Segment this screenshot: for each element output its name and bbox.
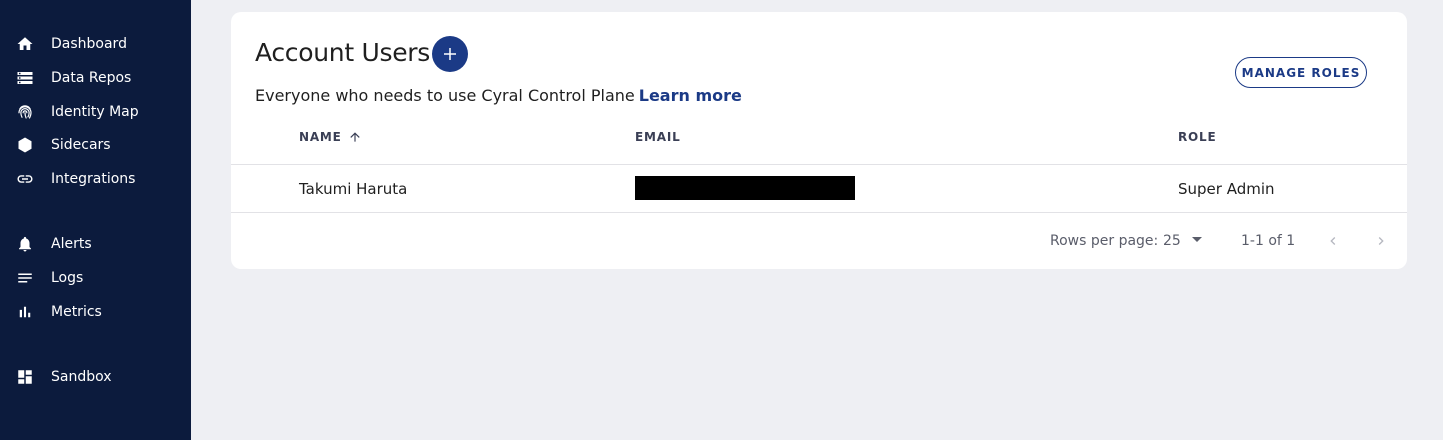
user-name-cell: Takumi Haruta	[299, 180, 408, 198]
sidebar-item-logs[interactable]: Logs	[0, 263, 191, 293]
sidebar-item-metrics[interactable]: Metrics	[0, 297, 191, 327]
sidebar-item-label: Sidecars	[51, 137, 111, 153]
caret-down-icon	[1192, 237, 1202, 242]
link-icon	[16, 170, 34, 188]
dashboard-grid-icon	[16, 368, 34, 386]
column-header-role[interactable]: ROLE	[1178, 130, 1217, 144]
learn-more-link[interactable]: Learn more	[639, 86, 742, 105]
sort-ascending-icon	[350, 132, 360, 142]
column-header-label: ROLE	[1178, 130, 1217, 144]
header-divider	[231, 164, 1407, 165]
column-header-name[interactable]: NAME	[299, 130, 362, 144]
column-header-label: NAME	[299, 130, 342, 144]
next-page-button[interactable]	[1369, 229, 1393, 253]
page-title: Account Users	[255, 38, 430, 67]
sidebar-item-label: Logs	[51, 270, 84, 286]
sidebar-item-dashboard[interactable]: Dashboard	[0, 29, 191, 59]
sidebar-item-label: Identity Map	[51, 104, 139, 120]
sidebar-item-sidecars[interactable]: Sidecars	[0, 130, 191, 160]
sidebar-item-data-repos[interactable]: Data Repos	[0, 63, 191, 93]
sidebar-item-label: Metrics	[51, 304, 102, 320]
page-subtitle: Everyone who needs to use Cyral Control …	[255, 86, 742, 105]
fingerprint-icon	[16, 103, 34, 121]
account-users-card: Account Users Everyone who needs to use …	[231, 12, 1407, 269]
rows-per-page-select[interactable]: 25	[1163, 231, 1207, 251]
user-role-cell: Super Admin	[1178, 180, 1275, 198]
pagination-range: 1-1 of 1	[1241, 233, 1296, 249]
subtitle-text: Everyone who needs to use Cyral Control …	[255, 86, 635, 105]
sidebar-item-label: Data Repos	[51, 70, 132, 86]
storage-icon	[16, 69, 34, 87]
sidebar-item-sandbox[interactable]: Sandbox	[0, 362, 191, 392]
rows-per-page-label: Rows per page:	[1050, 233, 1159, 249]
sidebar-item-label: Alerts	[51, 236, 92, 252]
rows-per-page-value: 25	[1163, 233, 1181, 249]
bar-chart-icon	[16, 303, 34, 321]
sidebar-item-label: Integrations	[51, 171, 136, 187]
home-icon	[16, 35, 34, 53]
sidebar-item-label: Dashboard	[51, 36, 127, 52]
plus-icon	[444, 48, 456, 60]
bell-icon	[16, 235, 34, 253]
chevron-right-icon	[1378, 237, 1384, 245]
previous-page-button[interactable]	[1321, 229, 1345, 253]
add-user-button[interactable]	[432, 36, 468, 72]
hexagon-icon	[16, 136, 34, 154]
sidebar: Dashboard Data Repos Identity Map Sideca…	[0, 0, 191, 440]
manage-roles-button[interactable]: MANAGE ROLES	[1235, 57, 1367, 88]
column-header-email[interactable]: EMAIL	[635, 130, 681, 144]
redacted-email-cell	[635, 176, 855, 200]
sidebar-item-identity-map[interactable]: Identity Map	[0, 97, 191, 127]
row-divider	[231, 212, 1407, 213]
chevron-left-icon	[1330, 237, 1336, 245]
sidebar-item-alerts[interactable]: Alerts	[0, 229, 191, 259]
sidebar-item-label: Sandbox	[51, 369, 112, 385]
sidebar-item-integrations[interactable]: Integrations	[0, 164, 191, 194]
lines-icon	[16, 269, 34, 287]
column-header-label: EMAIL	[635, 130, 681, 144]
